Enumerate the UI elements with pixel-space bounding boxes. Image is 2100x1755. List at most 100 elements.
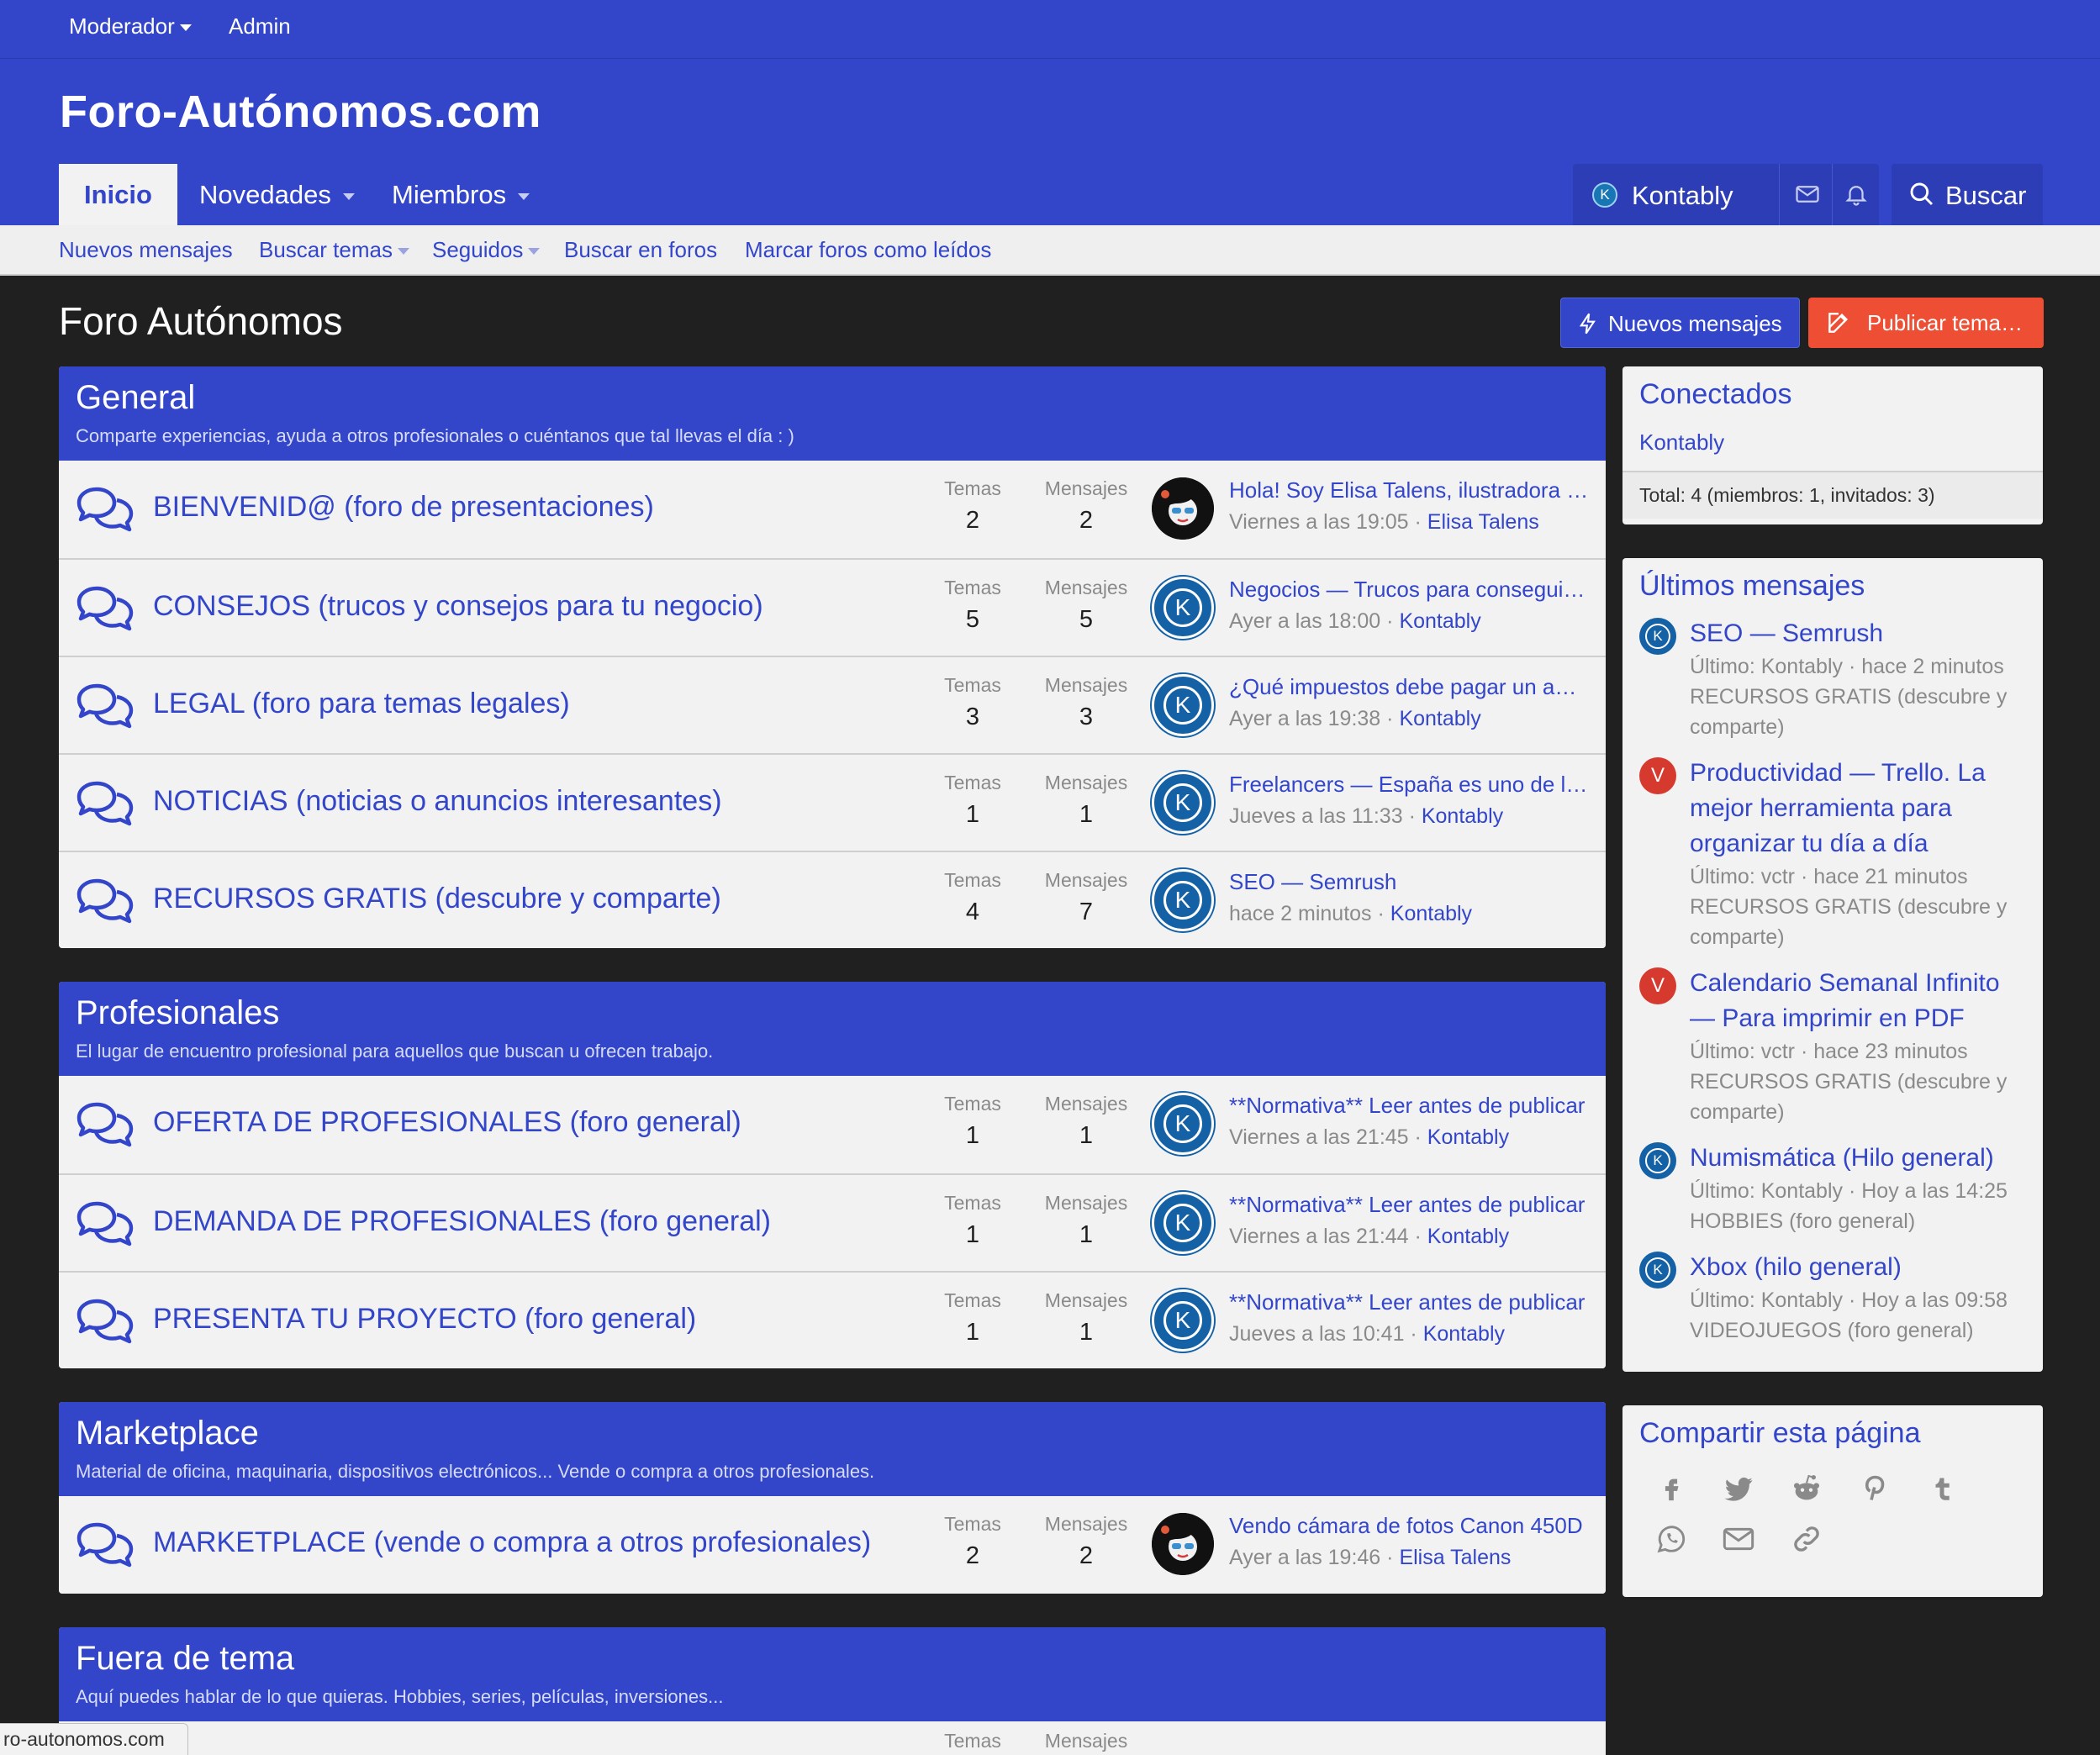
latest-post-forum[interactable]: HOBBIES (foro general) [1690, 1206, 2029, 1236]
facebook-icon[interactable] [1639, 1472, 1703, 1522]
last-post-date[interactable]: Ayer a las 19:38 [1229, 707, 1380, 730]
last-post-title-link[interactable]: Negocios — Trucos para consegui… [1229, 577, 1591, 603]
last-post-date[interactable]: Viernes a las 21:45 [1229, 1125, 1409, 1149]
chevron-down-icon[interactable] [342, 192, 355, 200]
last-post-title-link[interactable]: **Normativa** Leer antes de publicar [1229, 1192, 1591, 1218]
last-post-date[interactable]: Viernes a las 21:44 [1229, 1225, 1409, 1248]
latest-post-title-link[interactable]: Xbox (hilo general) [1690, 1250, 2029, 1285]
latest-post-forum[interactable]: VIDEOJUEGOS (foro general) [1690, 1315, 2029, 1346]
user-avatar[interactable] [1152, 1513, 1214, 1575]
tab-whatsnew[interactable]: Novedades [199, 164, 355, 225]
forum-title-link[interactable]: MARKETPLACE (vende o compra a otros prof… [153, 1526, 871, 1559]
last-post-user-link[interactable]: Kontably [1427, 1225, 1509, 1248]
last-post-date[interactable]: Ayer a las 18:00 [1229, 609, 1380, 633]
forum-title-link[interactable]: OFERTA DE PROFESIONALES (foro general) [153, 1106, 741, 1139]
widget-title[interactable]: Conectados [1622, 366, 2043, 411]
pinterest-icon[interactable] [1842, 1472, 1906, 1522]
forum-title-link[interactable]: LEGAL (foro para temas legales) [153, 688, 570, 720]
latest-post-title-link[interactable]: SEO — Semrush [1690, 616, 2029, 651]
forum-bubble[interactable] [74, 876, 136, 930]
user-avatar[interactable]: K [1152, 869, 1214, 931]
user-avatar[interactable]: K [1639, 1142, 1676, 1179]
tab-members[interactable]: Miembros [392, 164, 530, 225]
forum-bubble[interactable] [74, 1296, 136, 1351]
forum-bubble[interactable] [74, 1099, 136, 1154]
subnav-mark-read[interactable]: Marcar foros como leídos [745, 237, 991, 263]
post-thread-button[interactable]: Publicar tema… [1808, 298, 2044, 348]
forum-title-link[interactable]: BIENVENID@ (foro de presentaciones) [153, 491, 654, 524]
latest-post-title-link[interactable]: Calendario Semanal Infinito — Para impri… [1690, 966, 2029, 1036]
chevron-down-icon[interactable] [528, 248, 541, 256]
last-post-title-link[interactable]: ¿Qué impuestos debe pagar un a… [1229, 674, 1591, 700]
tumblr-icon[interactable] [1910, 1472, 1974, 1522]
last-post-title-link[interactable]: Freelancers — España es uno de l… [1229, 772, 1591, 798]
widget-title[interactable]: Últimos mensajes [1622, 558, 2043, 603]
link-icon[interactable] [1775, 1522, 1839, 1573]
forum-title-link[interactable]: PRESENTA TU PROYECTO (foro general) [153, 1303, 696, 1336]
forum-bubble[interactable] [74, 681, 136, 735]
user-avatar[interactable] [1152, 477, 1214, 540]
latest-post-title-link[interactable]: Numismática (Hilo general) [1690, 1141, 2029, 1176]
latest-post-title-link[interactable]: Productividad — Trello. La mejor herrami… [1690, 756, 2029, 862]
last-post-title-link[interactable]: **Normativa** Leer antes de publicar [1229, 1093, 1591, 1119]
whatsapp-icon[interactable] [1639, 1522, 1703, 1573]
last-post-user-link[interactable]: Kontably [1399, 707, 1480, 730]
last-post-date[interactable]: Jueves a las 11:33 [1229, 804, 1403, 828]
last-post-title-link[interactable]: Vendo cámara de fotos Canon 450D [1229, 1513, 1591, 1539]
search-button[interactable]: Buscar [1892, 164, 2043, 225]
last-post-user-link[interactable]: Kontably [1390, 902, 1472, 925]
latest-post-forum[interactable]: RECURSOS GRATIS (descubre y comparte) [1690, 892, 2029, 952]
reddit-icon[interactable] [1775, 1472, 1839, 1522]
last-post-user-link[interactable]: Kontably [1422, 804, 1503, 828]
forum-bubble[interactable] [74, 1520, 136, 1574]
user-avatar[interactable]: V [1639, 967, 1676, 1004]
new-posts-button[interactable]: Nuevos mensajes [1560, 298, 1800, 348]
inbox-button[interactable] [1785, 164, 1832, 225]
category-title[interactable]: Profesionales [76, 994, 279, 1032]
last-post-user-link[interactable]: Kontably [1399, 609, 1480, 633]
subnav-new-posts[interactable]: Nuevos mensajes [59, 237, 233, 263]
moderator-menu[interactable]: Moderador [69, 13, 192, 40]
subnav-find-threads[interactable]: Buscar temas [259, 237, 409, 263]
category-title[interactable]: General [76, 379, 195, 417]
subnav-search-forums[interactable]: Buscar en foros [564, 237, 717, 263]
user-avatar[interactable]: K [1592, 182, 1617, 208]
last-post-date[interactable]: Jueves a las 10:41 [1229, 1322, 1404, 1346]
forum-bubble[interactable] [74, 778, 136, 833]
user-avatar[interactable]: K [1152, 1192, 1214, 1254]
latest-post-forum[interactable]: RECURSOS GRATIS (descubre y comparte) [1690, 1067, 2029, 1127]
forum-title-link[interactable]: DEMANDA DE PROFESIONALES (foro general) [153, 1205, 771, 1238]
user-avatar[interactable]: K [1152, 577, 1214, 639]
user-avatar[interactable]: K [1152, 1289, 1214, 1352]
last-post-title-link[interactable]: **Normativa** Leer antes de publicar [1229, 1289, 1591, 1315]
latest-post-forum[interactable]: RECURSOS GRATIS (descubre y comparte) [1690, 682, 2029, 742]
subnav-watched[interactable]: Seguidos [432, 237, 541, 263]
email-share-icon[interactable] [1707, 1522, 1770, 1573]
twitter-icon[interactable] [1707, 1472, 1770, 1522]
chevron-down-icon[interactable] [397, 248, 409, 256]
online-user-link[interactable]: Kontably [1622, 411, 2043, 471]
user-avatar[interactable]: K [1152, 1093, 1214, 1155]
user-avatar[interactable]: K [1639, 618, 1676, 655]
last-post-date[interactable]: Ayer a las 19:46 [1229, 1546, 1380, 1569]
last-post-user-link[interactable]: Elisa Talens [1399, 1546, 1511, 1569]
last-post-title-link[interactable]: Hola! Soy Elisa Talens, ilustradora … [1229, 477, 1591, 503]
admin-link[interactable]: Admin [229, 13, 291, 40]
forum-title-link[interactable]: NOTICIAS (noticias o anuncios interesant… [153, 785, 722, 818]
last-post-user-link[interactable]: Kontably [1427, 1125, 1509, 1149]
user-name-link[interactable]: Kontably [1632, 181, 1733, 211]
forum-bubble[interactable] [74, 583, 136, 638]
chevron-down-icon[interactable] [518, 192, 530, 200]
last-post-user-link[interactable]: Kontably [1423, 1322, 1505, 1346]
category-title[interactable]: Marketplace [76, 1415, 259, 1452]
forum-title-link[interactable]: RECURSOS GRATIS (descubre y comparte) [153, 883, 721, 915]
last-post-date[interactable]: Viernes a las 19:05 [1229, 510, 1409, 534]
forum-bubble[interactable] [74, 1199, 136, 1253]
user-avatar[interactable]: K [1152, 772, 1214, 834]
forum-bubble[interactable] [74, 484, 136, 539]
user-avatar[interactable]: V [1639, 757, 1676, 794]
last-post-date[interactable]: hace 2 minutos [1229, 902, 1372, 925]
last-post-title-link[interactable]: SEO — Semrush [1229, 869, 1591, 895]
alerts-button[interactable] [1834, 164, 1879, 225]
user-avatar[interactable]: K [1152, 674, 1214, 736]
